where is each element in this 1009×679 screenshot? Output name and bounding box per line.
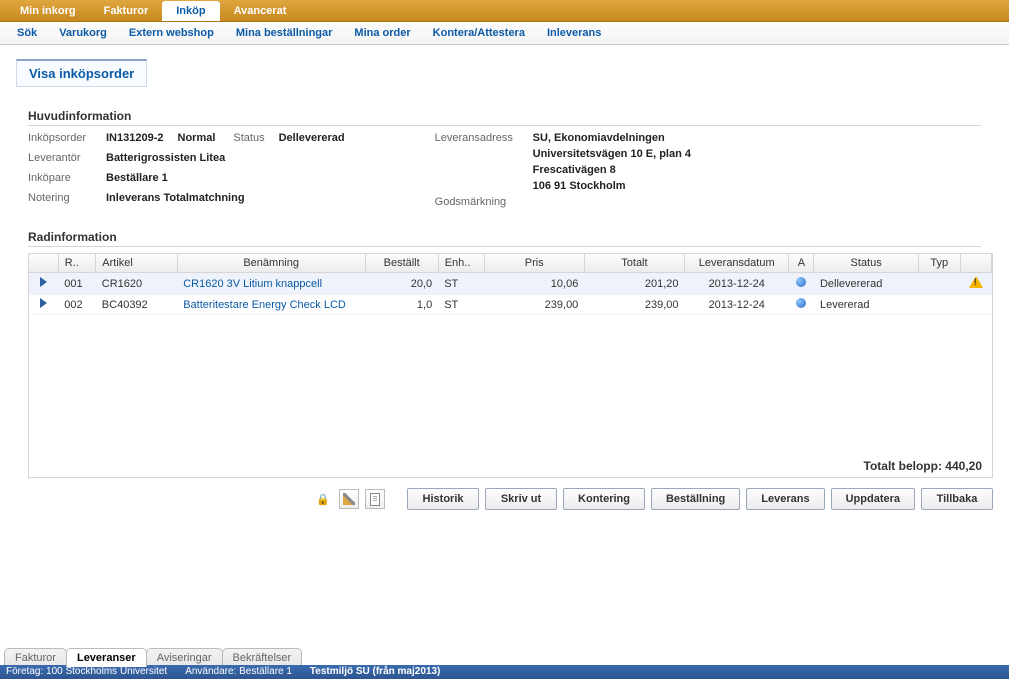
status-bar: Företag: 100 Stockholms Universitet Anvä… (0, 665, 1009, 679)
label-note: Notering (28, 192, 98, 208)
sub-tab-mina-order[interactable]: Mina order (343, 23, 421, 43)
expand-icon[interactable] (40, 298, 47, 308)
table-row[interactable]: 001CR1620CR1620 3V Litium knappcell20,0S… (29, 273, 992, 295)
label-goods-marking: Godsmärkning (435, 196, 525, 208)
lines-table-wrap: R.. Artikel Benämning Beställt Enh.. Pri… (28, 253, 993, 478)
cell-status: Levererad (814, 295, 918, 315)
historik-button[interactable]: Historik (407, 488, 479, 510)
cell-typ (918, 273, 960, 295)
value-delivery-address-2: Universitetsvägen 10 E, plan 4 (533, 148, 691, 160)
cell-pris: 239,00 (484, 295, 584, 315)
col-bestallt[interactable]: Beställt (365, 254, 438, 273)
cell-status: Dellevererad (814, 273, 918, 295)
cell-artikel: BC40392 (96, 295, 177, 315)
cell-leveransdatum: 2013-12-24 (685, 273, 789, 295)
label-order: Inköpsorder (28, 132, 98, 148)
sub-tab-inleverans[interactable]: Inleverans (536, 23, 612, 43)
skriv-ut-button[interactable]: Skriv ut (485, 488, 557, 510)
cell-r: 001 (58, 273, 96, 295)
status-dot-icon (796, 298, 806, 308)
col-expand[interactable] (29, 254, 58, 273)
table-row[interactable]: 002BC40392Batteritestare Energy Check LC… (29, 295, 992, 315)
cell-enh: ST (438, 295, 484, 315)
cell-leveransdatum: 2013-12-24 (685, 295, 789, 315)
button-bar: 🔒 Historik Skriv ut Kontering Beställnin… (28, 488, 993, 510)
value-delivery-address-1: SU, Ekonomiavdelningen (533, 132, 691, 144)
status-env: Testmiljö SU (från maj2013) (310, 666, 440, 677)
cell-bestallt: 20,0 (365, 273, 438, 295)
col-warn[interactable] (960, 254, 991, 273)
cell-artikel: CR1620 (96, 273, 177, 295)
table-header-row: R.. Artikel Benämning Beställt Enh.. Pri… (29, 254, 992, 273)
status-company: Företag: 100 Stockholms Universitet (6, 666, 167, 678)
col-totalt[interactable]: Totalt (584, 254, 684, 273)
kontering-button[interactable]: Kontering (563, 488, 645, 510)
col-a[interactable]: A (789, 254, 814, 273)
value-status: Dellevererad (273, 132, 345, 148)
col-benamning[interactable]: Benämning (177, 254, 365, 273)
sub-tab-kontera-attestera[interactable]: Kontera/Attestera (422, 23, 536, 43)
top-nav: Min inkorg Fakturor Inköp Avancerat (0, 0, 1009, 22)
tillbaka-button[interactable]: Tillbaka (921, 488, 993, 510)
col-pris[interactable]: Pris (484, 254, 584, 273)
leverans-button[interactable]: Leverans (746, 488, 824, 510)
lock-icon[interactable]: 🔒 (313, 489, 333, 509)
col-artikel[interactable]: Artikel (96, 254, 177, 273)
top-tab-avancerat[interactable]: Avancerat (220, 1, 301, 21)
cell-totalt: 201,20 (584, 273, 684, 295)
section-header-main: Huvudinformation (28, 109, 981, 126)
sub-tab-sok[interactable]: Sök (6, 23, 48, 43)
status-dot-icon (796, 277, 806, 287)
col-leveransdatum[interactable]: Leveransdatum (685, 254, 789, 273)
cell-benamning[interactable]: CR1620 3V Litium knappcell (177, 273, 365, 295)
bottom-tab-leveranser[interactable]: Leveranser (66, 648, 147, 667)
total-label: Totalt belopp: (864, 459, 942, 473)
cell-benamning[interactable]: Batteritestare Energy Check LCD (177, 295, 365, 315)
label-supplier: Leverantör (28, 152, 98, 168)
document-icon[interactable] (365, 489, 385, 509)
bestallning-button[interactable]: Beställning (651, 488, 740, 510)
sub-nav: Sök Varukorg Extern webshop Mina beställ… (0, 22, 1009, 45)
col-status[interactable]: Status (814, 254, 918, 273)
value-buyer: Beställare 1 (106, 172, 345, 188)
cell-totalt: 239,00 (584, 295, 684, 315)
value-delivery-address-3: Frescativägen 8 (533, 164, 691, 176)
uppdatera-button[interactable]: Uppdatera (831, 488, 915, 510)
value-order: IN131209-2 (106, 132, 164, 148)
sub-tab-varukorg[interactable]: Varukorg (48, 23, 118, 43)
top-tab-inkop[interactable]: Inköp (162, 1, 219, 21)
sub-tab-extern-webshop[interactable]: Extern webshop (118, 23, 225, 43)
page-title: Visa inköpsorder (16, 59, 147, 87)
cell-bestallt: 1,0 (365, 295, 438, 315)
cell-typ (918, 295, 960, 315)
warning-icon (969, 276, 983, 288)
total-line: Totalt belopp: 440,20 (864, 459, 982, 473)
section-header-lines: Radinformation (28, 230, 981, 247)
info-grid: Inköpsorder IN131209-2 Normal Status Del… (28, 132, 981, 208)
label-delivery-address: Leveransadress (435, 132, 525, 144)
col-enh[interactable]: Enh.. (438, 254, 484, 273)
value-priority: Normal (172, 132, 216, 148)
value-note: Inleverans Totalmatchning (106, 192, 345, 208)
value-goods-marking (533, 196, 691, 208)
sub-tab-mina-bestallningar[interactable]: Mina beställningar (225, 23, 344, 43)
lines-table: R.. Artikel Benämning Beställt Enh.. Pri… (29, 254, 992, 315)
label-status: Status (223, 132, 264, 148)
edit-icon[interactable] (339, 489, 359, 509)
cell-r: 002 (58, 295, 96, 315)
label-buyer: Inköpare (28, 172, 98, 188)
cell-pris: 10,06 (484, 273, 584, 295)
value-supplier: Batterigrossisten Litea (106, 152, 345, 168)
cell-enh: ST (438, 273, 484, 295)
top-tab-min-inkorg[interactable]: Min inkorg (6, 1, 90, 21)
total-value: 440,20 (945, 459, 982, 473)
top-tab-fakturor[interactable]: Fakturor (90, 1, 163, 21)
expand-icon[interactable] (40, 277, 47, 287)
col-r[interactable]: R.. (58, 254, 96, 273)
status-user: Användare: Beställare 1 (185, 666, 292, 678)
value-delivery-address-4: 106 91 Stockholm (533, 180, 691, 192)
col-typ[interactable]: Typ (918, 254, 960, 273)
